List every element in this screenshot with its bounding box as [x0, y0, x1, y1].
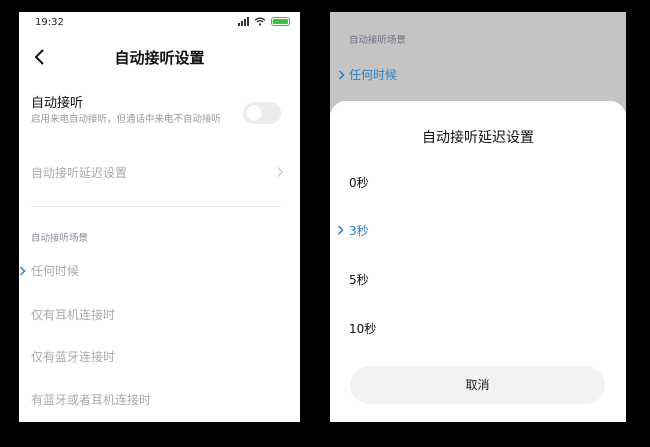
selected-scene-dimmed: 任何时候: [349, 68, 398, 82]
chevron-right-icon: [277, 167, 283, 177]
nav-bar: 自动接听设置: [19, 44, 300, 70]
auto-answer-setting: 自动接听 启用来电自动接听，但通话中来电不自动接听: [31, 92, 241, 127]
delay-option-3s[interactable]: 3秒: [349, 222, 369, 239]
delay-dialog-screen: 自动接听场景 任何时候 自动接听延迟设置 0秒 3秒 5秒 10秒 取消: [330, 12, 626, 422]
settings-screen: 19:32 自动接听设置 自动接听 启用来电自动接听，但通话中来电不自动接听 自…: [19, 12, 300, 422]
scene-section-label: 自动接听场景: [31, 233, 89, 244]
scene-option-headset[interactable]: 仅有耳机连接时: [31, 306, 115, 323]
toggle-knob: [246, 105, 262, 121]
scene-section-label-dimmed: 自动接听场景: [349, 35, 407, 46]
delay-dialog: 自动接听延迟设置 0秒 3秒 5秒 10秒 取消: [330, 101, 626, 422]
battery-icon: [271, 17, 290, 26]
selected-chevron-icon: [337, 225, 344, 235]
wifi-icon: [254, 17, 266, 26]
scene-option-bluetooth-or-headset[interactable]: 有蓝牙或者耳机连接时: [31, 391, 151, 408]
auto-answer-description: 启用来电自动接听，但通话中来电不自动接听: [31, 114, 222, 125]
signal-icon: [238, 17, 249, 26]
status-icons: [238, 17, 290, 26]
delay-setting-label: 自动接听延迟设置: [31, 166, 128, 180]
status-bar: 19:32: [19, 12, 300, 34]
delay-option-10s[interactable]: 10秒: [349, 320, 376, 337]
page-title: 自动接听设置: [114, 49, 205, 67]
delay-option-0s[interactable]: 0秒: [349, 174, 369, 191]
selected-chevron-icon: [19, 266, 26, 276]
dialog-title: 自动接听延迟设置: [422, 130, 534, 146]
auto-answer-toggle[interactable]: [243, 102, 281, 124]
cancel-button[interactable]: 取消: [350, 366, 605, 404]
delay-option-5s[interactable]: 5秒: [349, 271, 369, 288]
scene-option-anytime[interactable]: 任何时候: [31, 262, 79, 279]
auto-answer-title: 自动接听: [31, 96, 84, 111]
delay-setting-row[interactable]: 自动接听延迟设置: [31, 162, 284, 184]
status-time: 19:32: [35, 17, 64, 28]
scene-option-bluetooth[interactable]: 仅有蓝牙连接时: [31, 348, 115, 365]
selected-chevron-icon: [338, 70, 345, 80]
divider: [31, 206, 281, 207]
